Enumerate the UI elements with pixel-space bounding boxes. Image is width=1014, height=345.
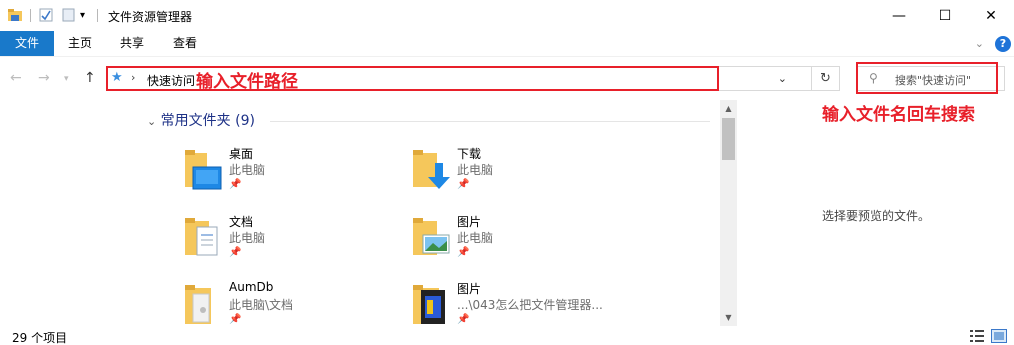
recent-locations-dropdown[interactable]: ▾ (64, 74, 69, 84)
pin-icon[interactable]: 📌 (457, 179, 469, 190)
address-history-dropdown[interactable]: ⌄ (778, 72, 787, 85)
pin-icon[interactable]: 📌 (229, 247, 241, 258)
pin-icon[interactable]: 📌 (457, 314, 469, 325)
item-name: AumDb (229, 280, 274, 294)
scroll-down-arrow[interactable]: ▼ (720, 309, 737, 326)
list-item[interactable]: 图片 此电脑 📌 (411, 213, 631, 269)
vertical-scrollbar[interactable]: ▲ ▼ (720, 100, 737, 326)
item-location: 此电脑 (457, 231, 494, 245)
item-location: 此电脑\文档 (229, 298, 294, 312)
ribbon-tabs: 文件 主页 共享 查看 ⌄ ? (0, 31, 1014, 56)
close-button[interactable]: ✕ (968, 0, 1014, 31)
item-name: 下载 (457, 147, 482, 161)
title-bar: ▾ 文件资源管理器 — ☐ ✕ (0, 0, 1014, 31)
item-location: 此电脑 (457, 163, 494, 177)
group-header[interactable]: ⌄ 常用文件夹 (9) (147, 110, 255, 130)
item-name: 文档 (229, 215, 254, 229)
search-highlight-box (856, 62, 998, 94)
tab-share[interactable]: 共享 (110, 31, 154, 56)
item-count: 29 个项目 (12, 331, 68, 345)
forward-button[interactable]: → (38, 70, 50, 86)
pin-icon[interactable]: 📌 (229, 314, 241, 325)
status-bar: 29 个项目 (0, 326, 1014, 345)
list-item[interactable]: 下载 此电脑 📌 (411, 145, 631, 201)
content-area: ⌄ 常用文件夹 (9) 桌面 此电脑 📌 下载 此电脑 📌 文档 此电脑 📌 图… (0, 100, 1014, 326)
navigation-bar: ← → ▾ ↑ ★ › 快速访问 ⌄ ↻ ⚲ 搜索"快速访问" 输入文件路径 (0, 56, 1014, 100)
details-view-icon[interactable] (969, 329, 985, 343)
up-button[interactable]: ↑ (84, 70, 96, 86)
tab-home[interactable]: 主页 (58, 31, 102, 56)
new-folder-icon[interactable] (60, 7, 76, 23)
item-location: ...\043怎么把文件管理器... (457, 298, 603, 312)
image-folder-icon (413, 285, 445, 324)
group-label: 常用文件夹 (9) (160, 113, 255, 129)
folder-icon (185, 285, 211, 324)
scroll-thumb[interactable] (722, 118, 735, 160)
item-name: 图片 (457, 282, 482, 296)
item-name: 桌面 (229, 147, 254, 161)
list-item[interactable]: 文档 此电脑 📌 (183, 213, 403, 269)
item-location: 此电脑 (229, 231, 266, 245)
annotation-search: 输入文件名回车搜索 (822, 105, 975, 125)
annotation-address: 输入文件路径 (196, 72, 298, 92)
explorer-app-icon[interactable] (7, 7, 23, 23)
expand-ribbon-icon[interactable]: ⌄ (975, 37, 984, 50)
collapse-chevron-icon: ⌄ (147, 115, 157, 128)
tab-view[interactable]: 查看 (162, 31, 208, 56)
pin-icon[interactable]: 📌 (457, 247, 469, 258)
pin-icon[interactable]: 📌 (229, 179, 241, 190)
tab-file[interactable]: 文件 (0, 31, 54, 56)
maximize-button[interactable]: ☐ (922, 0, 968, 31)
properties-icon[interactable] (38, 7, 54, 23)
preview-hint: 选择要预览的文件。 (822, 209, 931, 223)
downloads-folder-icon (413, 150, 450, 189)
item-name: 图片 (457, 215, 482, 229)
window-title: 文件资源管理器 (108, 10, 193, 24)
desktop-folder-icon (185, 150, 222, 190)
separator (97, 9, 98, 22)
pictures-folder-icon (413, 218, 450, 255)
back-button[interactable]: ← (10, 70, 22, 86)
separator (30, 9, 31, 22)
navigation-pane (0, 100, 140, 326)
group-divider (270, 121, 710, 122)
scroll-up-arrow[interactable]: ▲ (720, 100, 737, 117)
minimize-button[interactable]: — (876, 0, 922, 31)
customize-toolbar-dropdown[interactable]: ▾ (80, 10, 90, 26)
large-icons-view-icon[interactable] (991, 329, 1007, 343)
list-item[interactable]: 桌面 此电脑 📌 (183, 145, 403, 201)
refresh-button[interactable]: ↻ (812, 66, 840, 91)
documents-folder-icon (185, 218, 218, 256)
help-icon[interactable]: ? (995, 36, 1011, 52)
item-location: 此电脑 (229, 163, 266, 177)
